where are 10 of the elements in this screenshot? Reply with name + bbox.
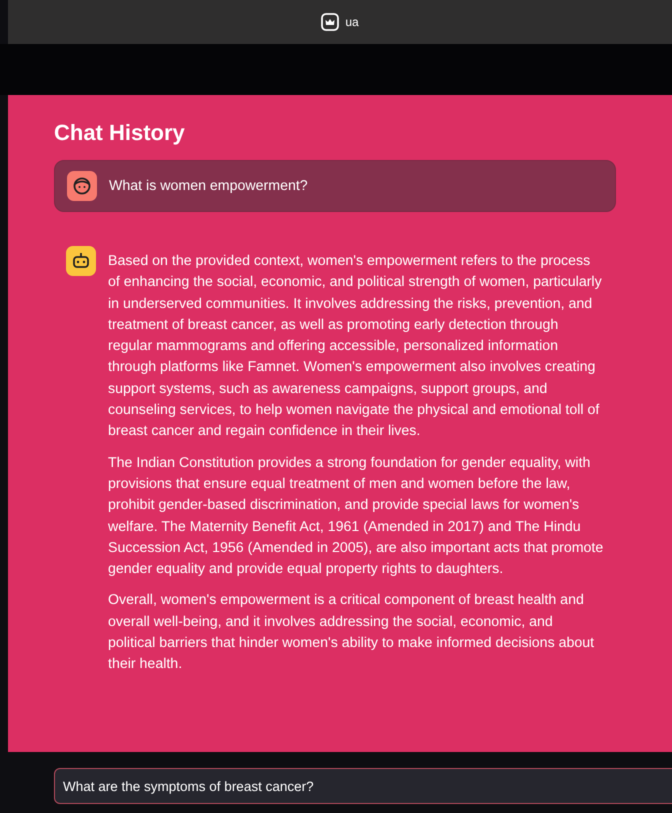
robot-icon [66, 246, 96, 276]
face-icon [67, 171, 97, 201]
message-text: What is women empowerment? [109, 177, 308, 196]
window-title: ua [345, 14, 359, 31]
chat-heading: Chat History [54, 119, 186, 147]
chat-input[interactable]: What are the symptoms of breast cancer? [54, 768, 672, 804]
crown-icon [321, 13, 340, 31]
message-text: Based on the provided context, women's empowerment refers to the process of enhancing the social, economic, and political strength of women, particularly in underserved communities. It involves addressing the risks, prevention, and treatment of breast cancer, as well as promoting early detection through regular mammograms and offering accessible, personalized information through platforms like Famnet. Women's empowerment also involves creating support systems, such as awareness campaigns, support groups, and counseling services, to help women navigate the physical and emotional toll of breast cancer and regain confidence in their lives. [108, 252, 603, 442]
message-text: The Indian Constitution provides a strong foundation for gender equality, with provisions that ensure equal treatment of men and women before the law, prohibit gender-based discrimination, and provide special laws for women's welfare. The Maternity Benefit Act, 1961 (Amended in 2017) and The Hindu Succession Act, 1956 (Amended in 2005), are also important acts that promote gender equality and provide equal property rights to daughters. [108, 454, 604, 580]
message-text: Overall, women's empowerment is a critical component of breast health and overall well-being, and it involves addressing the social, economic, and political barriers that hinder women's ability to make informed decisions about their health. [108, 591, 596, 674]
